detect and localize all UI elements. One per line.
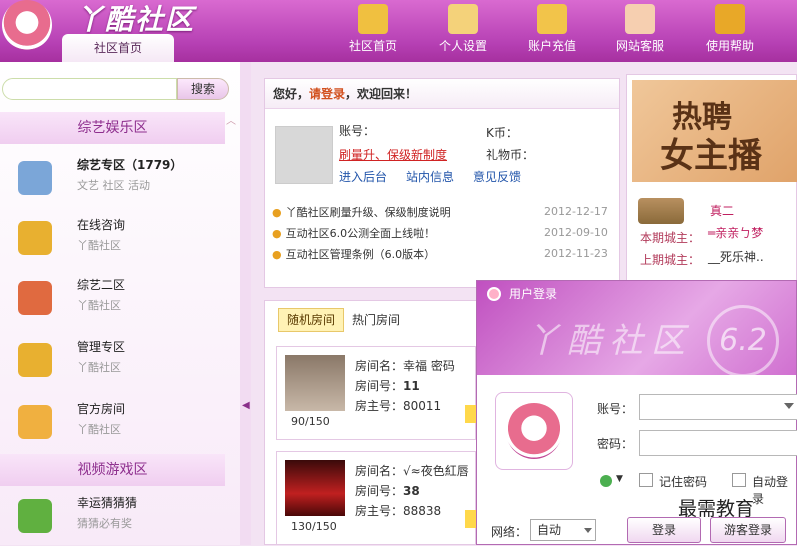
- online-status-icon[interactable]: [600, 475, 612, 487]
- nav-account-recharge[interactable]: 账户充值: [517, 0, 587, 58]
- nav-community-home[interactable]: 社区首页: [338, 0, 408, 58]
- section-variety[interactable]: 综艺娱乐区: [0, 112, 225, 144]
- dialog-logo: [495, 392, 573, 470]
- news-date: 2012-12-17: [544, 205, 608, 218]
- chevron-down-icon[interactable]: [784, 403, 794, 409]
- welcome-header: 您好，请登录，欢迎回来！: [265, 79, 619, 109]
- network-label: 网络：: [491, 525, 528, 539]
- gift-icon: [18, 499, 52, 533]
- account-label: 账号：: [339, 124, 376, 138]
- chevron-down-icon: [584, 528, 592, 533]
- last-lord-name[interactable]: __死乐神..: [708, 248, 764, 265]
- fireworks-icon: [18, 281, 52, 315]
- remember-password-label: 记住密码: [659, 475, 708, 489]
- stars-icon: [18, 161, 52, 195]
- auto-login-checkbox[interactable]: [732, 473, 746, 487]
- room-thumbnail: [285, 460, 345, 516]
- search-input[interactable]: [2, 78, 177, 100]
- room-thumbnail: [285, 355, 345, 411]
- news-date: 2012-11-23: [544, 247, 608, 260]
- upgrade-policy-link[interactable]: 刷量升、保级新制度: [339, 146, 447, 163]
- brand-title: 丫酷社区: [75, 3, 196, 36]
- avatar: [275, 126, 333, 184]
- room-card[interactable]: 130/150 房间名：√≈夜色紅唇 房间号：38 房主号：88838: [276, 451, 477, 545]
- help-book-icon: [715, 4, 745, 34]
- account-field-label: 账号：: [597, 402, 634, 416]
- zone-variety-2[interactable]: 综艺二区 丫酷社区: [0, 268, 225, 328]
- status-dropdown-icon[interactable]: ▼: [616, 474, 623, 484]
- logo-icon: [2, 0, 52, 50]
- dialog-title: 用户登录: [509, 287, 558, 301]
- nav-help[interactable]: 使用帮助: [695, 0, 765, 58]
- chevron-left-icon[interactable]: ◀: [242, 400, 250, 412]
- news-date: 2012-09-10: [544, 226, 608, 239]
- corner-watermark: 最需教育: [678, 498, 755, 520]
- account-field[interactable]: [639, 394, 797, 420]
- search-button[interactable]: 搜索: [177, 78, 229, 100]
- room-card[interactable]: 90/150 房间名：幸福 密码 房间号：11 房主号：80011: [276, 346, 477, 440]
- password-field-label: 密码：: [597, 437, 634, 451]
- zone-lucky-guess[interactable]: 幸运猜猜猜 猜猜必有奖: [0, 486, 225, 546]
- dialog-watermark: 丫酷社区: [525, 321, 693, 361]
- zone-management[interactable]: 管理专区 丫酷社区: [0, 330, 225, 390]
- sidebar-collapse-bar[interactable]: [240, 62, 251, 545]
- current-lord-label: 本期城主：: [640, 231, 701, 245]
- tab-community-home[interactable]: 社区首页: [62, 34, 174, 62]
- password-field[interactable]: [639, 430, 797, 456]
- logo-icon: [506, 403, 562, 459]
- news-item[interactable]: ● 互动社区管理条例（6.0版本）: [272, 246, 435, 262]
- enter-backend-link[interactable]: 进入后台: [339, 168, 387, 185]
- leaf-icon: [18, 343, 52, 377]
- dialog-banner: 用户登录 丫酷社区 6.2: [477, 281, 796, 377]
- last-lord-label: 上期城主：: [640, 253, 701, 267]
- news-item[interactable]: ● 丫酷社区刷量升级、保级制度说明: [272, 204, 451, 220]
- auto-login-label: 自动登录: [752, 475, 789, 506]
- nav-personal-settings[interactable]: 个人设置: [428, 0, 498, 58]
- scroll-up-icon[interactable]: ︿: [226, 112, 236, 127]
- zone-variety-1[interactable]: 综艺专区（1779） 文艺 社区 活动: [0, 148, 225, 208]
- yuan-recharge-icon: [537, 4, 567, 34]
- settings-notepad-icon: [448, 4, 478, 34]
- remember-password-checkbox[interactable]: [639, 473, 653, 487]
- top-name: 真二: [710, 204, 735, 218]
- feedback-link[interactable]: 意见反馈: [473, 168, 521, 185]
- version-badge: 6.2: [707, 305, 779, 377]
- site-messages-link[interactable]: 站内信息: [406, 168, 454, 185]
- network-select[interactable]: 自动: [530, 519, 596, 541]
- customer-service-icon: [625, 4, 655, 34]
- recruit-host-banner[interactable]: 热聘 女主播: [632, 80, 797, 182]
- section-video-games[interactable]: 视频游戏区: [0, 454, 225, 486]
- news-item[interactable]: ● 互动社区6.0公测全面上线啦！: [272, 225, 435, 241]
- house-icon: [358, 4, 388, 34]
- app-logo-icon: [487, 287, 501, 301]
- current-lord-name[interactable]: ═亲亲ㄅ梦: [708, 224, 763, 241]
- nav-customer-service[interactable]: 网站客服: [605, 0, 675, 58]
- zone-official-rooms[interactable]: 官方房间 丫酷社区: [0, 392, 225, 452]
- tab-hot-rooms[interactable]: 热门房间: [352, 308, 400, 332]
- castle-icon: [638, 198, 684, 224]
- kcoin-label: K币：: [486, 126, 518, 140]
- tab-random-rooms[interactable]: 随机房间: [278, 308, 344, 332]
- notepad-icon: [18, 405, 52, 439]
- gift-coin-label: 礼物币：: [486, 148, 535, 162]
- top-header: 丫酷社区 社区首页 社区首页 个人设置 账户充值 网站客服 使用帮助: [0, 0, 797, 62]
- login-link[interactable]: 请登录: [309, 87, 345, 101]
- leaf-icon: [18, 221, 52, 255]
- zone-online-consult[interactable]: 在线咨询 丫酷社区: [0, 208, 225, 268]
